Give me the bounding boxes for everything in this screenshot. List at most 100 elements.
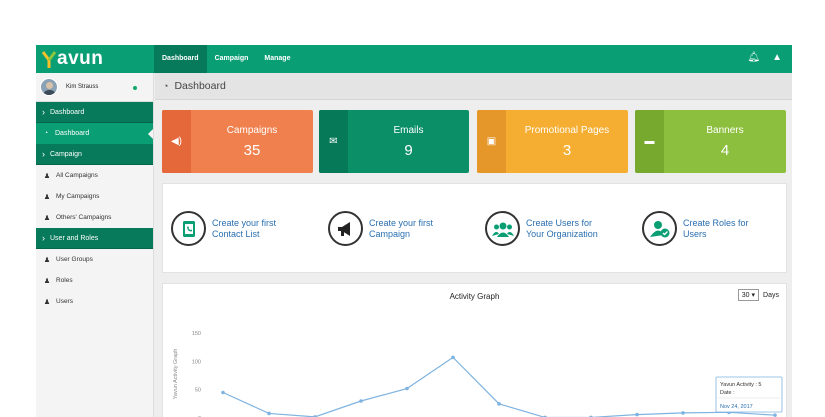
sidebar-item-users[interactable]: ♟ Users xyxy=(36,291,153,312)
data-point xyxy=(451,355,455,360)
create-contact-list-action[interactable]: Create your first Contact List xyxy=(171,211,276,246)
app-window: avun Dashboard Campaign Manage 🔔︎ ▲ Kim … xyxy=(36,45,792,417)
online-status-dot xyxy=(133,86,137,90)
nav-manage[interactable]: Manage xyxy=(256,45,298,73)
sidebar-section-label: User and Roles xyxy=(50,234,99,242)
chevron-right-icon: › xyxy=(42,233,45,243)
top-bar: avun Dashboard Campaign Manage 🔔︎ ▲ xyxy=(36,45,792,73)
logo-text: avun xyxy=(57,48,104,69)
sidebar-section-campaign[interactable]: › Campaign xyxy=(36,144,153,165)
users-icon: ♟ xyxy=(43,256,51,264)
sidebar-item-my-campaigns[interactable]: ♟ My Campaigns xyxy=(36,186,153,207)
quick-action-line2: Campaign xyxy=(369,228,411,239)
users-icon: ♟ xyxy=(43,172,51,180)
quick-action-label: Create Roles for Users xyxy=(683,218,749,240)
data-point xyxy=(359,399,363,403)
user-panel[interactable]: Kim Strauss xyxy=(36,73,153,102)
quick-action-label: Create your first Campaign xyxy=(369,218,433,240)
page-header: ◔ Dashboard xyxy=(155,73,792,100)
quick-action-label: Create Users for Your Organization xyxy=(526,218,598,240)
stat-value: 3 xyxy=(562,142,572,159)
quick-action-line1: Create Roles for xyxy=(683,217,749,228)
sidebar-item-label: Dashboard xyxy=(55,130,90,137)
main-nav: Dashboard Campaign Manage xyxy=(154,45,298,73)
logo[interactable]: avun xyxy=(36,45,154,73)
series-line xyxy=(222,356,776,417)
quick-action-line1: Create Users for xyxy=(526,217,593,228)
dashboard-icon: ◔ xyxy=(163,81,169,91)
create-roles-action[interactable]: Create Roles for Users xyxy=(642,211,749,246)
stat-label: Banners xyxy=(706,125,744,136)
user-icon: ♟ xyxy=(43,193,51,201)
sidebar-item-dashboard[interactable]: ◔ Dashboard xyxy=(36,123,153,144)
stat-value: 4 xyxy=(720,142,730,159)
dashboard-icon: ◔ xyxy=(43,130,49,137)
contact-list-icon xyxy=(171,211,206,246)
sidebar-item-user-groups[interactable]: ♟ User Groups xyxy=(36,249,153,270)
stat-card-campaigns[interactable]: ◀) Campaigns 35 xyxy=(162,110,313,173)
stat-label: Emails xyxy=(393,125,424,136)
main-content: ◔ Dashboard ◀) Campaigns 35 ✉ Emails 9 ▣… xyxy=(155,73,792,417)
quick-action-line2: Users xyxy=(683,228,707,239)
stat-value: 35 xyxy=(243,142,261,159)
y-tick-label: 50 xyxy=(195,388,201,394)
megaphone-icon: ◀) xyxy=(162,110,191,173)
sidebar-item-others-campaigns[interactable]: ♟ Others' Campaigns xyxy=(36,207,153,228)
sidebar-item-roles[interactable]: ♟ Roles xyxy=(36,270,153,291)
quick-action-label: Create your first Contact List xyxy=(212,218,276,240)
users-icon: ♟ xyxy=(43,214,51,222)
avatar xyxy=(40,78,58,96)
sidebar-section-dashboard[interactable]: › Dashboard xyxy=(36,102,153,123)
user-icon[interactable]: ▲ xyxy=(772,53,782,63)
user-icon: ♟ xyxy=(43,298,51,306)
top-icons: 🔔︎ ▲ xyxy=(747,53,782,63)
stat-card-promotional-pages[interactable]: ▣ Promotional Pages 3 xyxy=(477,110,628,173)
quick-actions-panel: Create your first Contact List Create yo… xyxy=(162,183,787,273)
quick-action-line1: Create your first xyxy=(369,217,434,228)
chevron-right-icon: › xyxy=(42,149,45,159)
sidebar-item-label: My Campaigns xyxy=(56,193,100,200)
y-tick-label: 100 xyxy=(192,359,201,365)
sidebar-item-label: Others' Campaigns xyxy=(56,214,112,221)
quick-action-line2: Contact List xyxy=(212,228,260,239)
stat-card-banners[interactable]: ▬ Banners 4 xyxy=(635,110,786,173)
logo-y-icon xyxy=(42,49,56,69)
banner-icon: ▬ xyxy=(635,110,664,173)
envelope-icon: ✉ xyxy=(319,110,348,173)
page-title: Dashboard xyxy=(174,80,226,92)
sidebar-section-users[interactable]: › User and Roles xyxy=(36,228,153,249)
user-name: Kim Strauss xyxy=(66,84,99,90)
user-icon: ♟ xyxy=(43,277,51,285)
activity-line-chart: Yavun Activity Graph050100150Oct 26, 201… xyxy=(173,331,783,417)
data-point xyxy=(405,386,409,391)
create-campaign-action[interactable]: Create your first Campaign xyxy=(328,211,433,246)
data-point xyxy=(221,390,225,395)
sidebar-item-label: Users xyxy=(56,298,73,305)
user-check-icon xyxy=(642,211,677,246)
activity-graph-panel: Activity Graph 30 ▾ Days Yavun Activity … xyxy=(162,283,787,417)
tooltip-line-2: Date : xyxy=(720,390,735,396)
bell-icon[interactable]: 🔔︎ xyxy=(747,53,760,63)
sidebar-item-label: User Groups xyxy=(56,256,93,263)
nav-campaign[interactable]: Campaign xyxy=(207,45,257,73)
sidebar-item-label: Roles xyxy=(56,277,73,284)
sidebar-item-all-campaigns[interactable]: ♟ All Campaigns xyxy=(36,165,153,186)
quick-action-line2: Your Organization xyxy=(526,228,598,239)
data-point xyxy=(773,413,777,417)
stat-value: 9 xyxy=(404,142,413,159)
data-point xyxy=(681,411,685,415)
sidebar-section-label: Campaign xyxy=(50,150,82,158)
chevron-right-icon: › xyxy=(42,107,45,117)
sidebar-item-label: All Campaigns xyxy=(56,172,98,179)
stat-label: Promotional Pages xyxy=(524,125,610,136)
data-point xyxy=(497,402,501,406)
tooltip-line-1: Yavun Activity : 5 xyxy=(720,382,761,388)
stat-card-emails[interactable]: ✉ Emails 9 xyxy=(319,110,469,173)
data-point xyxy=(635,412,639,417)
create-users-action[interactable]: Create Users for Your Organization xyxy=(485,211,598,246)
tooltip-date: Nov 24, 2017 xyxy=(720,404,753,410)
users-group-icon xyxy=(485,211,520,246)
quick-action-line1: Create your first xyxy=(212,217,277,228)
nav-dashboard[interactable]: Dashboard xyxy=(154,45,207,73)
sidebar: Kim Strauss › Dashboard ◔ Dashboard › Ca… xyxy=(36,73,154,417)
